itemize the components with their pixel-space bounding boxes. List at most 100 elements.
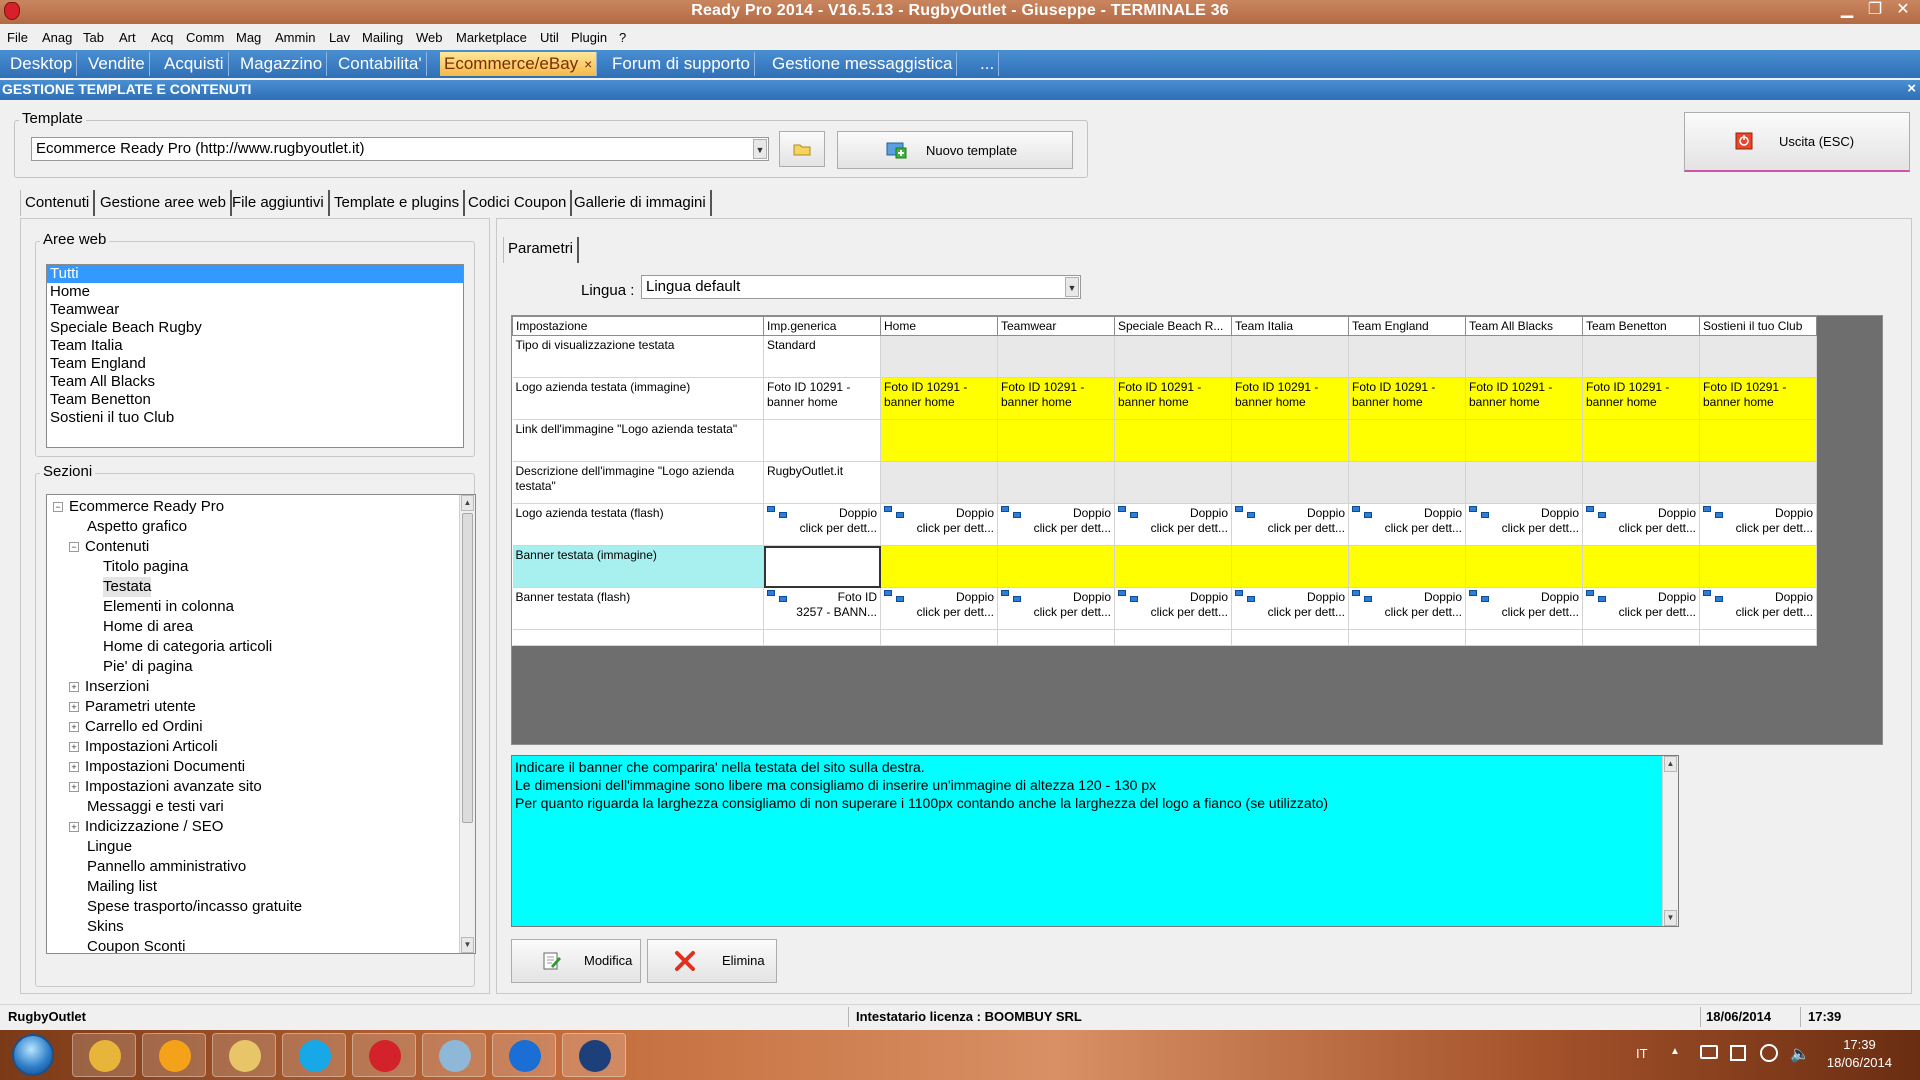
tab-file-aggiuntivi[interactable]: File aggiuntivi: [228, 190, 330, 216]
menu-file[interactable]: File: [7, 30, 28, 45]
grid-setting-name[interactable]: Logo azienda testata (immagine): [512, 377, 764, 420]
grid-area-cell[interactable]: [997, 335, 1115, 378]
grid-area-cell[interactable]: [1582, 335, 1700, 378]
aree-item[interactable]: Team Benetton: [47, 391, 463, 409]
grid-area-cell[interactable]: Doppio click per dett...: [1348, 503, 1466, 546]
tree-node[interactable]: Home di categoria articoli: [103, 637, 272, 657]
menu-anag[interactable]: Anag: [42, 30, 72, 45]
collapse-icon[interactable]: −: [69, 542, 79, 552]
grid-generic-cell[interactable]: [763, 545, 881, 588]
action-center-icon[interactable]: [1730, 1045, 1746, 1061]
grid-column-header[interactable]: Team England: [1348, 316, 1466, 336]
tray-expand-icon[interactable]: ▲: [1670, 1046, 1680, 1057]
grid-area-cell[interactable]: [1699, 545, 1817, 588]
scroll-down-icon[interactable]: ▼: [1664, 910, 1677, 926]
tab-vendite[interactable]: Vendite: [84, 52, 150, 76]
scroll-down-icon[interactable]: ▼: [461, 937, 474, 953]
tree-node[interactable]: + Impostazioni Documenti: [69, 757, 245, 777]
elimina-button[interactable]: Elimina: [647, 939, 777, 983]
grid-area-cell[interactable]: [997, 461, 1115, 504]
tree-node[interactable]: + Carrello ed Ordini: [69, 717, 203, 737]
grid-setting-name[interactable]: Logo azienda testata (flash): [512, 503, 764, 546]
grid-area-cell[interactable]: Doppio click per dett...: [997, 587, 1115, 630]
grid-area-cell[interactable]: Doppio click per dett...: [1114, 503, 1232, 546]
tree-scrollbar[interactable]: ▲ ▼: [459, 495, 475, 953]
grid-area-cell[interactable]: [1231, 419, 1349, 462]
grid-area-cell[interactable]: Doppio click per dett...: [880, 587, 998, 630]
grid-area-cell[interactable]: [997, 419, 1115, 462]
volume-icon[interactable]: 🔈: [1790, 1044, 1810, 1064]
aree-item[interactable]: Home: [47, 283, 463, 301]
grid-area-cell[interactable]: Foto ID 10291 - banner home: [1582, 377, 1700, 420]
tree-node[interactable]: + Indicizzazione / SEO: [69, 817, 223, 837]
menu-tab[interactable]: Tab: [83, 30, 104, 45]
menu-acq[interactable]: Acq: [151, 30, 173, 45]
close-window-button[interactable]: ✕: [1890, 1, 1916, 21]
grid-area-cell[interactable]: Doppio click per dett...: [1699, 587, 1817, 630]
grid-area-cell[interactable]: [1348, 461, 1466, 504]
grid-area-cell[interactable]: Foto ID 10291 - banner home: [1231, 377, 1349, 420]
tree-node[interactable]: − Ecommerce Ready Pro: [53, 497, 224, 517]
grid-area-cell[interactable]: Foto ID 10291 - banner home: [997, 377, 1115, 420]
menu-plugin[interactable]: Plugin: [571, 30, 607, 45]
tree-node[interactable]: Coupon Sconti: [87, 937, 185, 953]
tab-contenuti[interactable]: Contenuti: [20, 190, 96, 216]
close-form-icon[interactable]: ×: [1907, 80, 1916, 97]
grid-column-header[interactable]: Impostazione: [512, 316, 764, 336]
grid-area-cell[interactable]: [1582, 461, 1700, 504]
grid-generic-cell[interactable]: [763, 419, 881, 462]
taskbar-app-button[interactable]: [562, 1033, 626, 1077]
expand-icon[interactable]: +: [69, 742, 79, 752]
grid-area-cell[interactable]: [880, 335, 998, 378]
grid-area-cell[interactable]: [1348, 419, 1466, 462]
lingua-select[interactable]: Lingua default ▼: [641, 275, 1081, 299]
tab-ecommerce-ebay[interactable]: Ecommerce/eBay ×: [440, 52, 598, 76]
tab-template-plugins[interactable]: Template e plugins: [330, 190, 466, 216]
grid-area-cell[interactable]: Doppio click per dett...: [1114, 587, 1232, 630]
close-tab-icon[interactable]: ×: [584, 56, 592, 72]
menu-web[interactable]: Web: [416, 30, 443, 45]
grid-area-cell[interactable]: Doppio click per dett...: [880, 503, 998, 546]
grid-area-cell[interactable]: Doppio click per dett...: [1231, 503, 1349, 546]
menu-lav[interactable]: Lav: [329, 30, 350, 45]
grid-column-header[interactable]: Team Italia: [1231, 316, 1349, 336]
grid-column-header[interactable]: Team Benetton: [1582, 316, 1700, 336]
expand-icon[interactable]: +: [69, 722, 79, 732]
tree-node[interactable]: Skins: [87, 917, 124, 937]
scroll-thumb[interactable]: [462, 513, 473, 823]
grid-area-cell[interactable]: [1465, 419, 1583, 462]
grid-empty-cell[interactable]: [1114, 629, 1232, 646]
tree-node[interactable]: Mailing list: [87, 877, 157, 897]
grid-area-cell[interactable]: [880, 545, 998, 588]
grid-area-cell[interactable]: [1465, 335, 1583, 378]
menu-marketplace[interactable]: Marketplace: [456, 30, 527, 45]
taskbar-app-button[interactable]: [72, 1033, 136, 1077]
grid-area-cell[interactable]: Doppio click per dett...: [1465, 587, 1583, 630]
tab-codici-coupon[interactable]: Codici Coupon: [464, 190, 573, 216]
tree-node[interactable]: + Parametri utente: [69, 697, 196, 717]
grid-area-cell[interactable]: [1699, 335, 1817, 378]
exit-button[interactable]: Uscita (ESC): [1684, 112, 1910, 172]
tab-parametri[interactable]: Parametri: [503, 237, 580, 263]
tab-messaggistica[interactable]: Gestione messaggistica: [768, 52, 958, 76]
tab-gallerie-immagini[interactable]: Gallerie di immagini: [570, 190, 712, 216]
tree-node[interactable]: + Inserzioni: [69, 677, 149, 697]
tree-node[interactable]: + Impostazioni avanzate sito: [69, 777, 262, 797]
minimize-button[interactable]: ▁: [1834, 1, 1860, 21]
menu-mailing[interactable]: Mailing: [362, 30, 403, 45]
tree-node[interactable]: Titolo pagina: [103, 557, 188, 577]
grid-empty-cell[interactable]: [1231, 629, 1349, 646]
expand-icon[interactable]: +: [69, 682, 79, 692]
language-indicator[interactable]: IT: [1636, 1046, 1648, 1061]
collapse-icon[interactable]: −: [53, 502, 63, 512]
aree-item[interactable]: Team All Blacks: [47, 373, 463, 391]
tab-desktop[interactable]: Desktop: [6, 52, 78, 76]
aree-item[interactable]: Team England: [47, 355, 463, 373]
description-box[interactable]: Indicare il banner che comparira' nella …: [511, 755, 1679, 927]
taskbar-app-button[interactable]: [422, 1033, 486, 1077]
taskbar-clock[interactable]: 17:39 18/06/2014: [1827, 1036, 1892, 1072]
grid-area-cell[interactable]: [1348, 335, 1466, 378]
tab-contabilita[interactable]: Contabilita': [334, 52, 427, 76]
expand-icon[interactable]: +: [69, 702, 79, 712]
aree-item[interactable]: Speciale Beach Rugby: [47, 319, 463, 337]
